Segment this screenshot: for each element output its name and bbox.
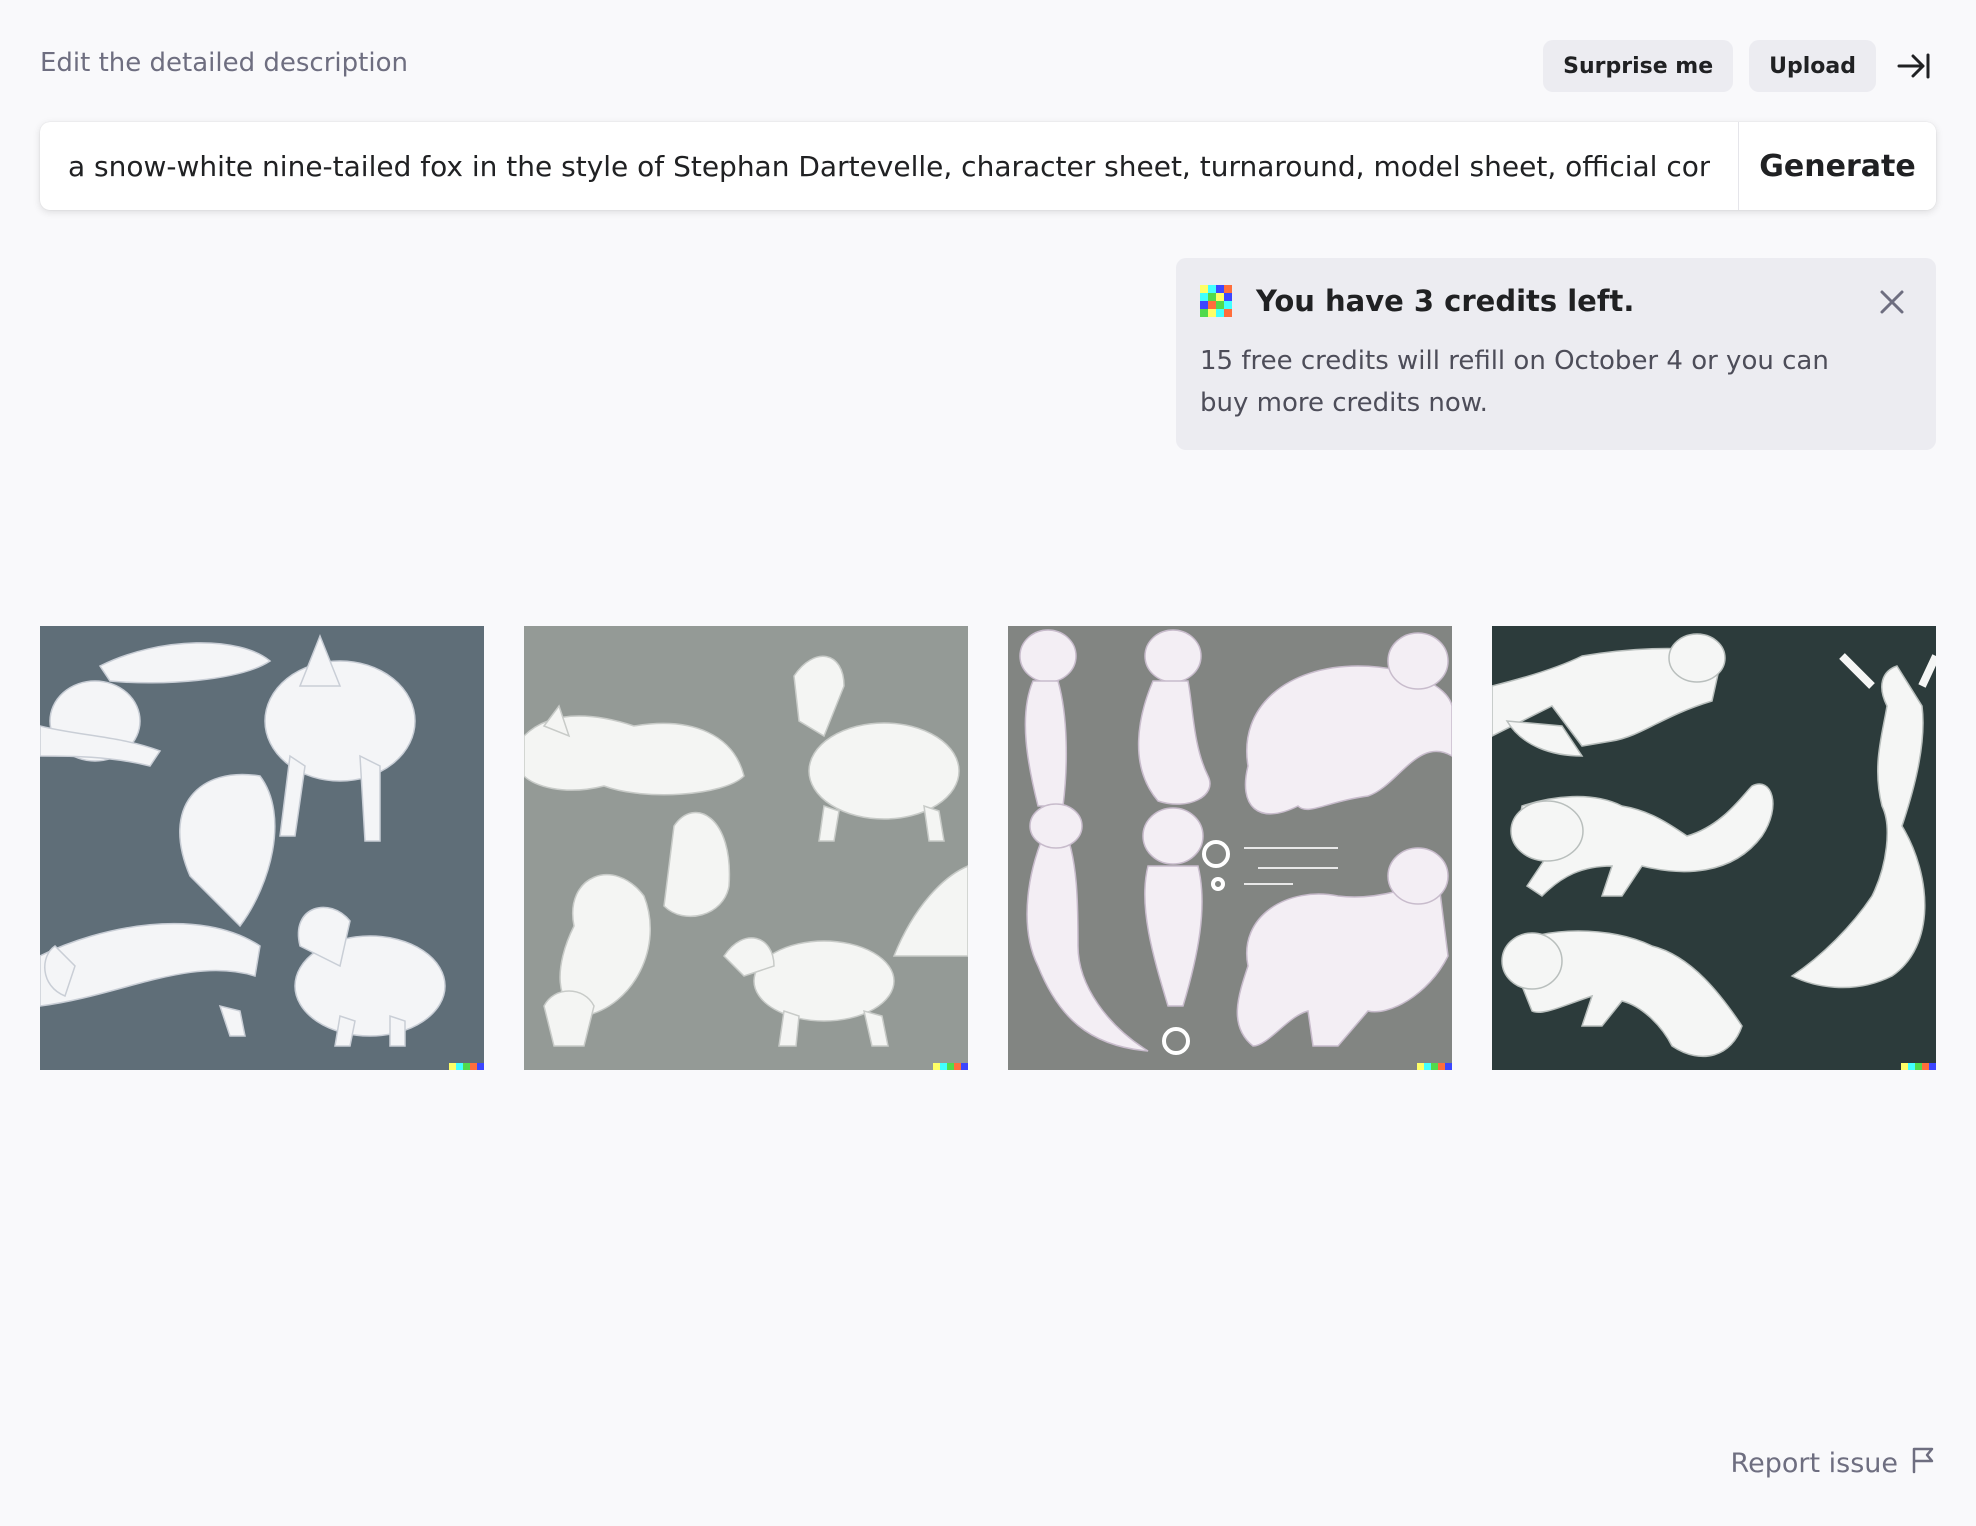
generate-button[interactable]: Generate xyxy=(1738,122,1936,210)
prompt-instruction: Edit the detailed description xyxy=(40,48,408,78)
logo-icon xyxy=(1200,285,1232,317)
watermark xyxy=(1901,1063,1936,1070)
credits-message: 15 free credits will refill on October 4… xyxy=(1200,346,1829,418)
watermark xyxy=(449,1063,484,1070)
prompt-input[interactable] xyxy=(40,122,1738,210)
credits-title: You have 3 credits left. xyxy=(1256,284,1635,318)
credits-banner: You have 3 credits left. 15 free credits… xyxy=(1176,258,1936,450)
generated-image-1[interactable] xyxy=(40,626,484,1070)
surprise-me-button[interactable]: Surprise me xyxy=(1543,40,1734,92)
prompt-bar: Generate xyxy=(40,122,1936,210)
watermark xyxy=(933,1063,968,1070)
report-issue-link[interactable]: Report issue xyxy=(1731,1446,1936,1481)
generated-image-2[interactable] xyxy=(524,626,968,1070)
generated-image-3[interactable] xyxy=(1008,626,1452,1070)
report-issue-label: Report issue xyxy=(1730,1448,1898,1479)
image-gallery xyxy=(40,626,1936,1070)
watermark xyxy=(1417,1063,1452,1070)
top-actions: Surprise me Upload xyxy=(1543,40,1936,92)
flag-icon xyxy=(1910,1446,1936,1481)
upload-button[interactable]: Upload xyxy=(1749,40,1876,92)
close-icon[interactable] xyxy=(1876,286,1908,318)
generated-image-4[interactable] xyxy=(1492,626,1936,1070)
collapse-right-icon[interactable] xyxy=(1892,40,1936,92)
